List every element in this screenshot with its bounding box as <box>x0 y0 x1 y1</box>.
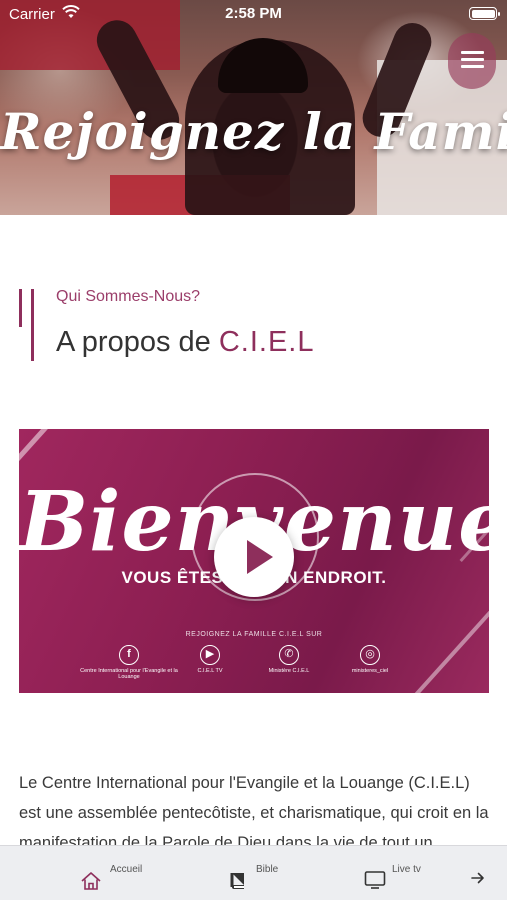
hero-banner: Carrier 2:58 PM Rejoignez la Famille <box>0 0 507 215</box>
hamburger-icon-line <box>461 65 484 68</box>
social-label: ministeres_ciel <box>351 668 389 674</box>
bottom-tab-bar: Accueil Bible Live tv <box>0 845 507 900</box>
section-accent-bar <box>31 289 34 361</box>
video-join-text: REJOIGNEZ LA FAMILLE C.I.E.L SUR <box>185 631 323 638</box>
section-title-brand: C.I.E.L <box>218 326 315 358</box>
tab-home[interactable]: Accueil <box>80 846 160 900</box>
youtube-icon: ▶ <box>200 645 220 665</box>
battery-icon <box>469 7 500 20</box>
menu-button[interactable] <box>448 33 496 89</box>
status-bar: Carrier 2:58 PM <box>0 0 507 28</box>
play-icon <box>247 540 273 574</box>
hamburger-icon <box>461 51 484 54</box>
home-icon <box>81 872 101 890</box>
section-eyebrow: Qui Sommes-Nous? <box>56 288 201 305</box>
tab-live-tv[interactable]: Live tv <box>364 846 444 900</box>
instagram-icon: ◎ <box>360 645 380 665</box>
arrow-right-icon[interactable] <box>468 868 488 888</box>
tab-home-label: Accueil <box>110 864 143 875</box>
section-title-prefix: A propos de <box>56 326 219 358</box>
bible-icon <box>230 873 244 889</box>
tab-bible-label: Bible <box>256 864 279 875</box>
social-instagram: ◎ ministeres_ciel <box>320 644 420 674</box>
welcome-video[interactable]: Bienvenue VOUS ÊTES AU BON ENDROIT. REJO… <box>19 429 489 693</box>
tab-bible[interactable]: Bible <box>228 846 308 900</box>
tv-icon <box>364 871 386 889</box>
hero-title: Rejoignez la Famille <box>0 102 507 161</box>
section-accent-bar <box>19 289 22 327</box>
whatsapp-icon: ✆ <box>279 645 299 665</box>
status-time: 2:58 PM <box>225 5 282 22</box>
tab-live-tv-label: Live tv <box>392 864 421 875</box>
hamburger-icon-line <box>461 58 484 61</box>
section-title: A propos de C.I.E.L <box>56 326 315 359</box>
facebook-icon: f <box>119 645 139 665</box>
